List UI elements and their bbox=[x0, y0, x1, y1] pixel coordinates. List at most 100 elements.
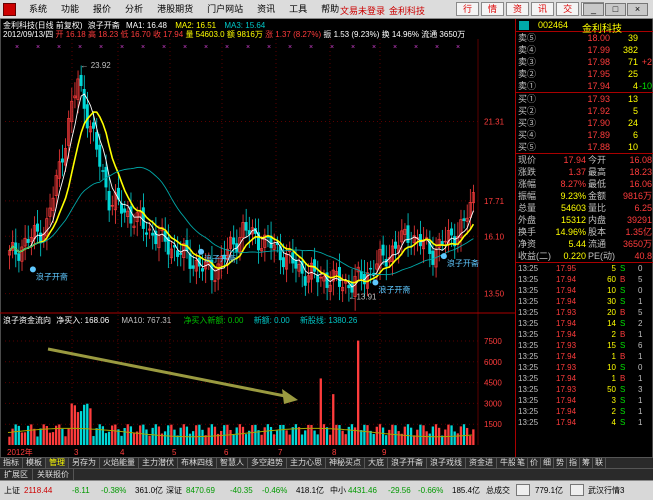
right-panel-tab[interactable]: 势 bbox=[554, 458, 567, 468]
marker-icon: × bbox=[288, 44, 292, 51]
indicator-tab[interactable]: 主力潜伏 bbox=[139, 458, 178, 468]
volume-bar bbox=[397, 431, 400, 445]
buy-level-volume: 10 bbox=[627, 142, 638, 152]
quick-tab-jiao[interactable]: 交 bbox=[556, 2, 580, 16]
indicator-tab[interactable]: 智慧人 bbox=[217, 458, 248, 468]
menu-bar: 系统 功能 报价 分析 港股期货 门户网站 资讯 工具 帮助 文易未登录 金利科… bbox=[0, 0, 653, 19]
candle-body bbox=[294, 259, 298, 269]
menu-news[interactable]: 资讯 bbox=[250, 3, 282, 16]
volume-bar bbox=[70, 403, 73, 445]
volume-bar bbox=[101, 426, 105, 445]
indicator-tab[interactable]: 火焰能量 bbox=[100, 458, 139, 468]
tab-related-quote[interactable]: 关联报价 bbox=[33, 469, 74, 480]
indicator-tab[interactable]: 多空趋势 bbox=[248, 458, 287, 468]
right-panel-tab[interactable]: 细 bbox=[541, 458, 554, 468]
volume-bar bbox=[151, 427, 154, 445]
sh-index-amount: 361.0亿 bbox=[135, 486, 164, 495]
kline-chart[interactable]: 21.31 17.71 16.10 13.50 7500 6000 4500 3000 1500… bbox=[0, 19, 515, 457]
indicator-tab[interactable]: 指标 bbox=[0, 458, 23, 468]
candle-body bbox=[151, 232, 155, 236]
tick-volume: 4 bbox=[611, 418, 616, 427]
indicator-tab[interactable]: 资金进 bbox=[466, 458, 497, 468]
sme-index-pct: -0.66% bbox=[418, 486, 444, 495]
indicator-tab[interactable]: 模板 bbox=[23, 458, 46, 468]
quick-tab-zi[interactable]: 资 bbox=[506, 2, 530, 16]
sell-level-volume: 382 bbox=[622, 45, 638, 55]
tick-list[interactable]: 13:25 17.95 5 S 0 13:25 17.94 60 B 5 13:25 17.94 10 S… bbox=[516, 263, 653, 428]
tick-volume: 1 bbox=[611, 374, 616, 383]
stat-value: 39291 bbox=[626, 215, 652, 225]
stat-value: 0.220 bbox=[563, 251, 586, 261]
menu-system[interactable]: 系统 bbox=[22, 3, 54, 16]
menu-tools[interactable]: 工具 bbox=[282, 3, 314, 16]
right-panel-tab[interactable]: 联 bbox=[593, 458, 606, 468]
close-button[interactable]: × bbox=[627, 3, 648, 16]
kline-chart-area[interactable]: 21.31 17.71 16.10 13.50 7500 6000 4500 3000 1500… bbox=[0, 19, 515, 457]
buy-level-label: 买② bbox=[518, 106, 537, 116]
quick-tab-hang[interactable]: 行 bbox=[456, 2, 480, 16]
buy-level-row[interactable]: 买② 17.92 5 bbox=[516, 105, 653, 117]
status-toggle-icon[interactable] bbox=[516, 484, 530, 496]
volume-bar bbox=[425, 431, 428, 445]
marker-icon: × bbox=[372, 44, 376, 51]
server-name: 武汉行情3 bbox=[588, 486, 625, 495]
candle-body bbox=[381, 244, 385, 256]
indicator-tab[interactable]: 主力心思 bbox=[287, 458, 326, 468]
buy-level-row[interactable]: 买③ 17.90 24 bbox=[516, 117, 653, 129]
app-logo-icon bbox=[3, 3, 16, 16]
tick-price: 17.95 bbox=[556, 264, 577, 273]
tab-extension[interactable]: 扩展区 bbox=[0, 469, 33, 480]
volume-bar bbox=[220, 430, 223, 445]
buy-level-row[interactable]: 买⑤ 17.88 10 bbox=[516, 141, 653, 153]
indicator-tab[interactable]: 浪子戏线 bbox=[427, 458, 466, 468]
menu-function[interactable]: 功能 bbox=[54, 3, 86, 16]
tick-side: S bbox=[620, 418, 626, 427]
volume-bar bbox=[344, 434, 347, 445]
indicator-tab[interactable]: 布林四线 bbox=[178, 458, 217, 468]
quick-tab-xun[interactable]: 讯 bbox=[531, 2, 555, 16]
volume-bar bbox=[232, 435, 235, 445]
stat-value: 40.8 bbox=[634, 251, 652, 261]
menu-analysis[interactable]: 分析 bbox=[118, 3, 150, 16]
sell-level-row[interactable]: 卖④ 17.99 382 bbox=[516, 44, 653, 56]
volume-bar bbox=[453, 431, 456, 445]
marker-icon: × bbox=[414, 44, 418, 51]
menu-quote[interactable]: 报价 bbox=[86, 3, 118, 16]
tick-time: 13:25 bbox=[518, 352, 539, 361]
indicator-tab[interactable]: 浪子开斋 bbox=[388, 458, 427, 468]
tick-volume: 3 bbox=[611, 396, 616, 405]
sell-level-row[interactable]: 卖② 17.95 25 bbox=[516, 68, 653, 80]
buy-level-row[interactable]: 买① 17.93 13 bbox=[516, 93, 653, 105]
indicator-tab[interactable]: 大底 bbox=[365, 458, 388, 468]
volume-bar bbox=[145, 429, 148, 445]
indicator-tab[interactable]: 神秘买点 bbox=[326, 458, 365, 468]
menu-hk-futures[interactable]: 港股期货 bbox=[150, 3, 200, 16]
volume-bar bbox=[282, 424, 285, 445]
candle-body bbox=[107, 190, 111, 211]
volume-bar bbox=[39, 428, 42, 445]
buy-level-row[interactable]: 买④ 17.89 6 bbox=[516, 129, 653, 141]
bar-low: 低 16.70 bbox=[120, 30, 151, 39]
minimize-button[interactable]: _ bbox=[583, 3, 604, 16]
buy-level-label: 买④ bbox=[518, 130, 537, 140]
login-status[interactable]: 文易未登录 bbox=[340, 4, 385, 17]
volume-bar bbox=[260, 434, 263, 445]
right-panel-tab[interactable]: 笔 bbox=[515, 458, 528, 468]
candle-body bbox=[92, 122, 96, 129]
volume-bar bbox=[104, 433, 108, 445]
sell-level-row[interactable]: 卖③ 17.98 71 +2 bbox=[516, 56, 653, 68]
volume-bar bbox=[269, 426, 273, 445]
menu-portal[interactable]: 门户网站 bbox=[200, 3, 250, 16]
right-panel-tab[interactable]: 指 bbox=[567, 458, 580, 468]
indicator-tab[interactable]: 另存为 bbox=[69, 458, 100, 468]
stat-row: 现价 17.94 今开 16.08 bbox=[516, 154, 653, 166]
tick-side: S bbox=[620, 319, 626, 328]
maximize-button[interactable]: □ bbox=[605, 3, 626, 16]
right-panel-tab[interactable]: 筹 bbox=[580, 458, 593, 468]
quick-tab-qing[interactable]: 情 bbox=[481, 2, 505, 16]
indicator-tab[interactable]: 管理 bbox=[46, 458, 69, 468]
right-panel-tab[interactable]: 价 bbox=[528, 458, 541, 468]
sell-level-row[interactable]: 卖① 17.94 4 -10 bbox=[516, 80, 653, 92]
status-toggle-icon-2[interactable] bbox=[570, 484, 584, 496]
sell-level-row[interactable]: 卖⑤ 18.00 39 bbox=[516, 32, 653, 44]
